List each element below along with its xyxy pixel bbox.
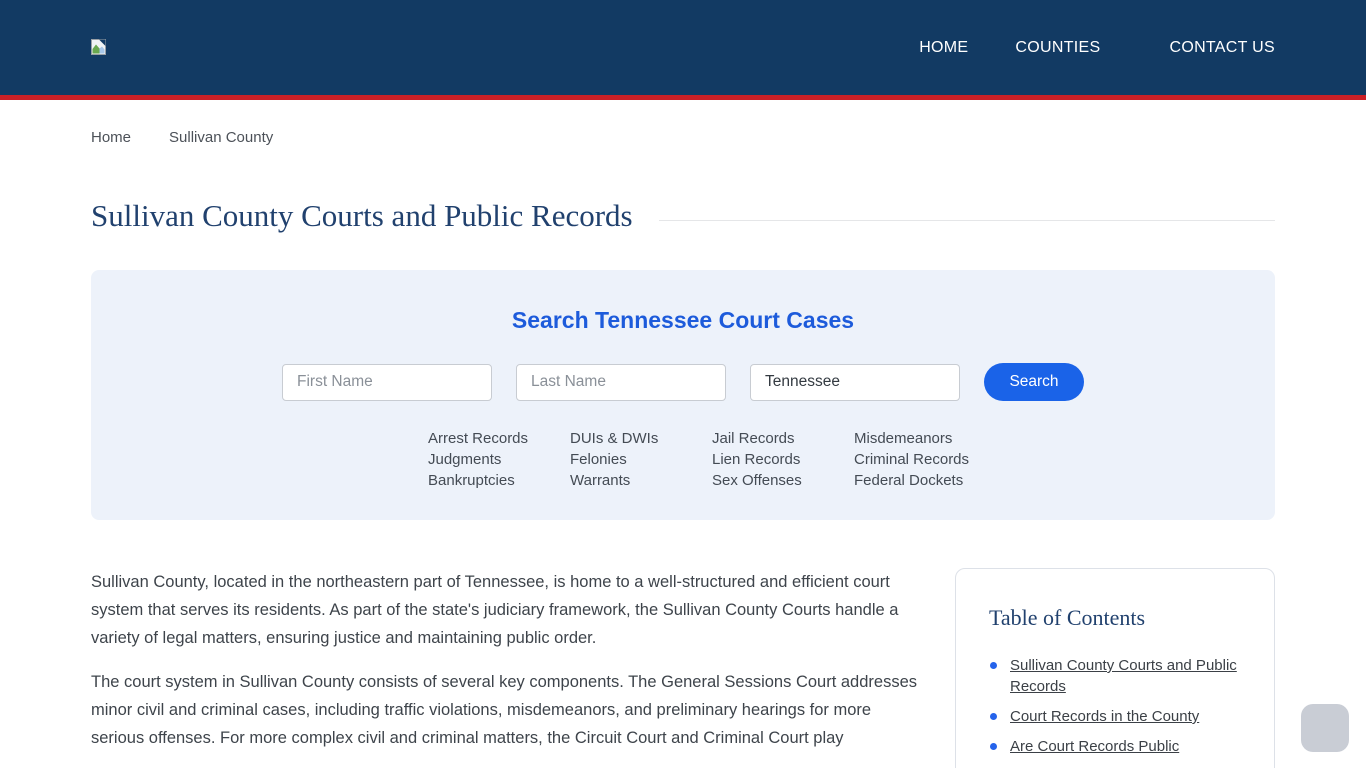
record-link[interactable]: Criminal Records xyxy=(854,449,996,470)
record-type-grid: Arrest Records Judgments Bankruptcies DU… xyxy=(428,428,1275,491)
breadcrumb: Home Sullivan County xyxy=(91,129,1275,146)
record-link[interactable]: Federal Dockets xyxy=(854,470,996,491)
site-header: HOME COUNTIES CONTACT US xyxy=(0,0,1366,100)
search-button[interactable]: Search xyxy=(984,363,1084,401)
record-link[interactable]: DUIs & DWIs xyxy=(570,428,712,449)
toc-item: Court Records in the County xyxy=(989,706,1250,727)
nav-item-counties[interactable]: COUNTIES xyxy=(1015,39,1100,57)
title-row: Sullivan County Courts and Public Record… xyxy=(91,198,1275,234)
article-paragraph: Sullivan County, located in the northeas… xyxy=(91,573,899,647)
first-name-input[interactable] xyxy=(282,363,492,401)
search-heading: Search Tennessee Court Cases xyxy=(511,307,855,333)
page-title: Sullivan County Courts and Public Record… xyxy=(91,198,633,233)
record-column-2: DUIs & DWIs Felonies Warrants xyxy=(570,428,712,491)
nav-item-contact-us[interactable]: CONTACT US xyxy=(1169,39,1275,57)
toc-title: Table of Contents xyxy=(989,605,1146,630)
state-input[interactable] xyxy=(750,363,960,401)
toc-link-are-court-records-public[interactable]: Are Court Records Public xyxy=(1010,738,1179,755)
record-link[interactable]: Judgments xyxy=(428,449,570,470)
record-link[interactable]: Lien Records xyxy=(712,449,854,470)
title-divider xyxy=(658,219,1275,221)
site-logo[interactable] xyxy=(91,39,107,56)
breadcrumb-current: Sullivan County xyxy=(169,129,274,146)
search-panel: Search Tennessee Court Cases Search Arre… xyxy=(91,270,1275,520)
record-link[interactable]: Sex Offenses xyxy=(712,470,854,491)
search-form: Search xyxy=(91,363,1275,401)
scroll-top-button[interactable] xyxy=(1301,704,1349,752)
record-link[interactable]: Arrest Records xyxy=(428,428,570,449)
last-name-input[interactable] xyxy=(516,363,726,401)
toc-item: Sullivan County Courts and Public Record… xyxy=(989,655,1250,697)
record-column-1: Arrest Records Judgments Bankruptcies xyxy=(428,428,570,491)
toc-item: Are Court Records Public xyxy=(989,736,1250,757)
main-nav: HOME COUNTIES CONTACT US xyxy=(919,39,1275,57)
breadcrumb-home-link[interactable]: Home xyxy=(91,129,131,146)
record-link[interactable]: Misdemeanors xyxy=(854,428,996,449)
main-content-row: Sullivan County, located in the northeas… xyxy=(91,568,1275,768)
table-of-contents-card: Table of Contents Sullivan County Courts… xyxy=(955,568,1275,768)
toc-list: Sullivan County Courts and Public Record… xyxy=(989,655,1250,757)
record-link[interactable]: Warrants xyxy=(570,470,712,491)
record-column-3: Jail Records Lien Records Sex Offenses xyxy=(712,428,854,491)
article-paragraph: The court system in Sullivan County cons… xyxy=(91,673,917,747)
record-column-4: Misdemeanors Criminal Records Federal Do… xyxy=(854,428,996,491)
article-body: Sullivan County, located in the northeas… xyxy=(91,568,921,768)
toc-link-court-records-in-county[interactable]: Court Records in the County xyxy=(1010,708,1199,725)
nav-item-home[interactable]: HOME xyxy=(919,39,968,57)
record-link[interactable]: Jail Records xyxy=(712,428,854,449)
broken-image-icon xyxy=(91,39,106,55)
record-link[interactable]: Felonies xyxy=(570,449,712,470)
toc-link-courts-and-public-records[interactable]: Sullivan County Courts and Public Record… xyxy=(1010,657,1237,695)
record-link[interactable]: Bankruptcies xyxy=(428,470,570,491)
